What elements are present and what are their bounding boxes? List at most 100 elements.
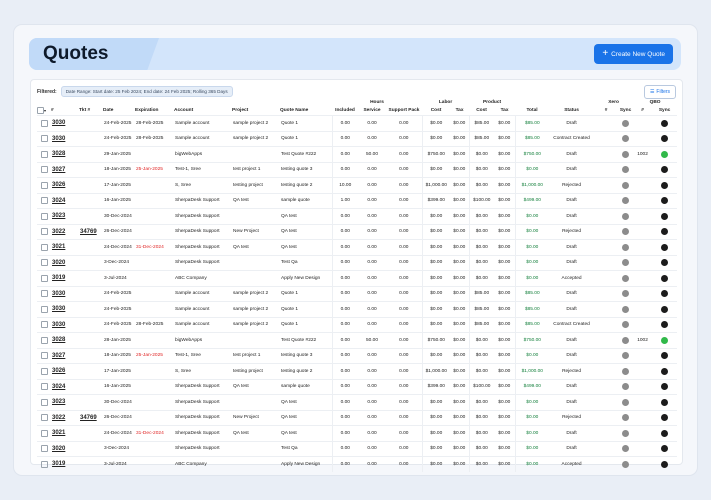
checkbox-icon[interactable] <box>40 212 48 220</box>
date-range-chip[interactable]: Date Range: Start date: 25 Feb 2024; End… <box>60 86 233 97</box>
row-checkbox[interactable] <box>37 115 51 131</box>
sync-icon[interactable] <box>622 383 630 391</box>
table-row[interactable]: 3023 30-Dec-2024 SherpaDesk Support QA test… <box>37 394 678 410</box>
qbo-sync-icon[interactable] <box>652 270 678 286</box>
row-checkbox[interactable] <box>37 332 51 348</box>
qbo-sync-icon[interactable] <box>652 192 678 209</box>
xero-sync-icon[interactable] <box>618 440 634 457</box>
ticket-number[interactable] <box>79 363 103 379</box>
xero-sync-icon[interactable] <box>618 223 634 240</box>
quote-number[interactable]: 3021 <box>51 425 79 441</box>
table-row[interactable]: 3023 30-Dec-2024 SherpaDesk Support QA test… <box>37 208 678 224</box>
row-checkbox[interactable] <box>37 192 51 209</box>
quote-number[interactable]: 3023 <box>51 394 79 410</box>
sync-icon[interactable] <box>622 352 630 360</box>
sync-icon[interactable] <box>622 228 630 236</box>
sync-icon[interactable] <box>622 150 630 158</box>
sync-icon[interactable] <box>622 274 630 282</box>
checkbox-icon[interactable] <box>40 367 48 375</box>
qbo-sync-icon[interactable] <box>652 146 678 162</box>
ticket-number[interactable] <box>79 456 103 472</box>
xero-sync-icon[interactable] <box>618 409 634 426</box>
col-date[interactable]: Date <box>103 106 135 116</box>
ticket-number[interactable] <box>79 115 103 131</box>
quote-number[interactable]: 3019 <box>51 456 79 472</box>
col-labor-cost[interactable]: Cost <box>422 106 450 116</box>
table-row[interactable]: 3022 34769 26-Dec-2024 SherpaDesk Support Ne… <box>37 409 678 426</box>
table-row[interactable]: 3027 18-Jan-2025 25-Jan-2025 Test-1, Sree te… <box>37 347 678 364</box>
quote-number[interactable]: 3022 <box>51 409 79 426</box>
ticket-number[interactable] <box>79 239 103 255</box>
sync-icon[interactable] <box>622 429 630 437</box>
xero-sync-icon[interactable] <box>618 332 634 348</box>
col-labor-tax[interactable]: Tax <box>450 106 469 116</box>
checkbox-icon[interactable] <box>40 305 48 313</box>
sync-icon[interactable] <box>622 398 630 406</box>
checkbox-icon[interactable] <box>40 352 48 360</box>
table-row[interactable]: 3028 29-Jan-2025 bigWebApps Test Quote #222… <box>37 146 678 162</box>
checkbox-icon[interactable] <box>40 445 48 453</box>
quote-number[interactable]: 3021 <box>51 239 79 255</box>
qbo-sync-icon[interactable] <box>652 285 678 302</box>
row-checkbox[interactable] <box>37 378 51 395</box>
sync-icon[interactable] <box>661 119 669 127</box>
qbo-sync-icon[interactable] <box>652 425 678 441</box>
sync-icon[interactable] <box>661 181 669 189</box>
sync-icon[interactable] <box>622 367 630 375</box>
ticket-number[interactable] <box>79 208 103 224</box>
quote-number[interactable]: 3022 <box>51 223 79 240</box>
xero-sync-icon[interactable] <box>618 285 634 302</box>
qbo-sync-icon[interactable] <box>652 332 678 348</box>
table-row[interactable]: 3026 17-Jan-2025 S, Sree testing project tes… <box>37 363 678 379</box>
col-xero-sync[interactable]: Sync <box>618 106 633 116</box>
col-service[interactable]: Service <box>358 106 386 116</box>
ticket-number[interactable] <box>79 285 103 302</box>
row-checkbox[interactable] <box>37 301 51 317</box>
table-row[interactable]: 3030 24-Feb-2025 Sample account sample proj… <box>37 301 678 317</box>
checkbox-icon[interactable] <box>40 243 48 251</box>
sync-icon[interactable] <box>622 119 630 127</box>
quote-number[interactable]: 3028 <box>51 332 79 348</box>
col-qbo-sync[interactable]: Sync <box>652 106 677 116</box>
table-row[interactable]: 3026 17-Jan-2025 S, Sree testing project tes… <box>37 177 678 193</box>
row-checkbox[interactable] <box>37 208 51 224</box>
col-support-pack[interactable]: Support Pack <box>386 106 422 116</box>
col-expiration[interactable]: Expiration <box>135 106 174 116</box>
row-checkbox[interactable] <box>37 425 51 441</box>
qbo-sync-icon[interactable] <box>652 161 678 178</box>
sync-icon[interactable] <box>661 290 669 298</box>
xero-sync-icon[interactable] <box>618 425 634 441</box>
sync-icon[interactable] <box>661 135 669 143</box>
quote-number[interactable]: 3030 <box>51 285 79 302</box>
quote-number[interactable]: 3020 <box>51 440 79 457</box>
sync-icon[interactable] <box>661 429 669 437</box>
checkbox-icon[interactable] <box>40 228 48 236</box>
sync-icon[interactable] <box>661 166 669 174</box>
ticket-number[interactable] <box>79 254 103 271</box>
sync-icon[interactable] <box>622 336 630 344</box>
row-checkbox[interactable] <box>37 270 51 286</box>
checkbox-icon[interactable] <box>40 181 48 189</box>
qbo-sync-icon[interactable] <box>652 363 678 379</box>
qbo-sync-icon[interactable] <box>652 208 678 224</box>
sync-icon[interactable] <box>622 197 630 205</box>
col-product-cost[interactable]: Cost <box>469 106 494 116</box>
quote-number[interactable]: 3024 <box>51 378 79 395</box>
col-qbo-num[interactable]: # <box>633 106 652 116</box>
ticket-number[interactable] <box>79 394 103 410</box>
quote-number[interactable]: 3019 <box>51 270 79 286</box>
qbo-sync-icon[interactable] <box>652 316 678 333</box>
sync-icon[interactable] <box>661 197 669 205</box>
checkbox-icon[interactable] <box>40 197 48 205</box>
xero-sync-icon[interactable] <box>618 115 634 131</box>
xero-sync-icon[interactable] <box>618 316 634 333</box>
quote-number[interactable]: 3030 <box>51 301 79 317</box>
checkbox-icon[interactable] <box>40 290 48 298</box>
sync-icon[interactable] <box>661 259 669 267</box>
checkbox-icon[interactable] <box>40 398 48 406</box>
ticket-number[interactable] <box>79 192 103 209</box>
xero-sync-icon[interactable] <box>618 130 634 147</box>
qbo-sync-icon[interactable] <box>652 394 678 410</box>
qbo-sync-icon[interactable] <box>652 378 678 395</box>
quote-number[interactable]: 3023 <box>51 208 79 224</box>
